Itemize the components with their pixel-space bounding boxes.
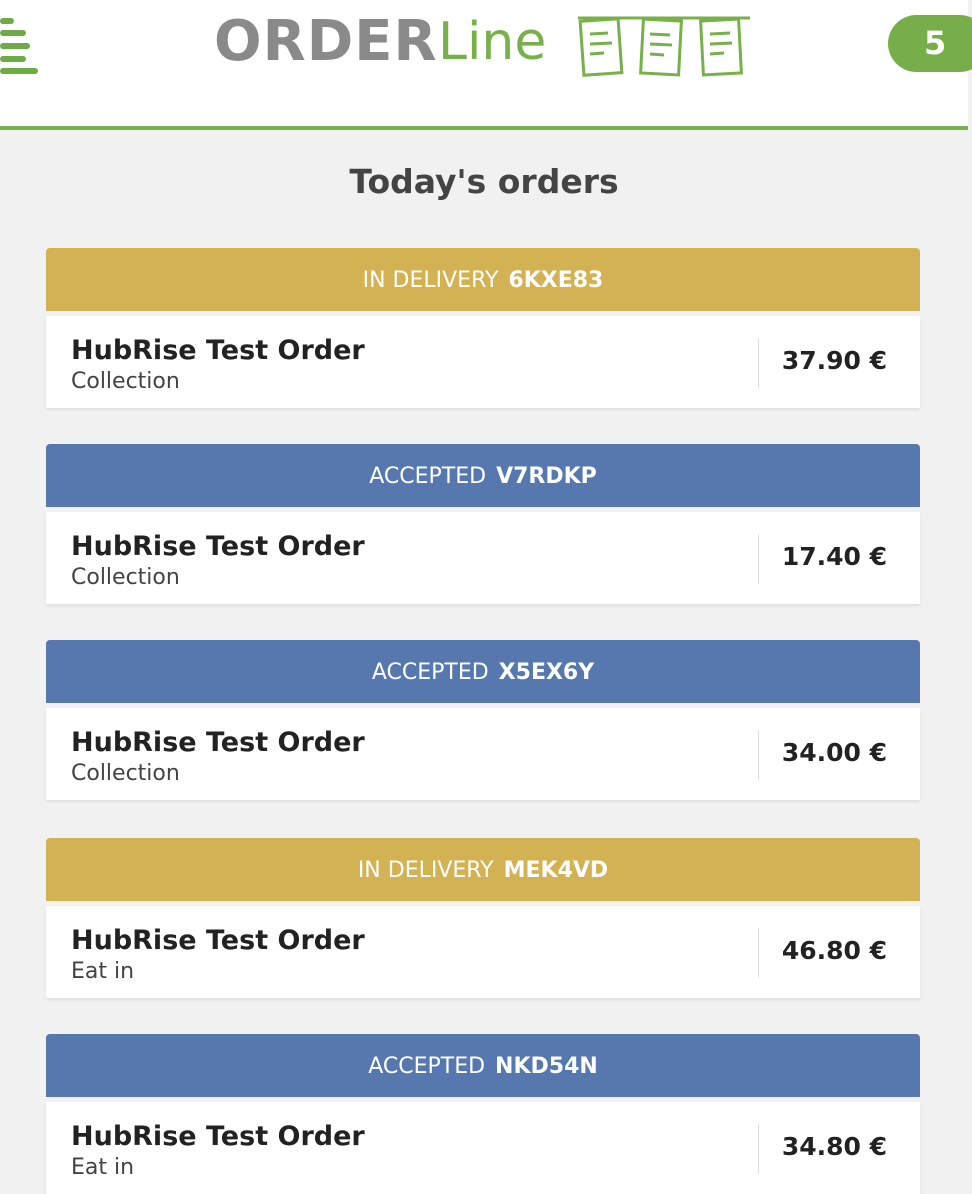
order-price: 17.40 € (781, 542, 887, 571)
order-count-badge[interactable]: 5 (888, 15, 972, 72)
order-price: 37.90 € (781, 346, 887, 375)
order-summary[interactable]: HubRise Test Order Collection 37.90 € (46, 316, 920, 408)
order-type: Eat in (71, 959, 135, 984)
order-type: Collection (71, 761, 180, 786)
order-status-header[interactable]: IN DELIVERY MEK4VD (46, 838, 920, 901)
divider (758, 730, 759, 780)
divider (758, 1124, 759, 1174)
order-summary[interactable]: HubRise Test Order Collection 17.40 € (46, 512, 920, 604)
order-status-label: ACCEPTED (368, 1054, 486, 1079)
order-name: HubRise Test Order (71, 335, 365, 366)
order-summary[interactable]: HubRise Test Order Collection 34.00 € (46, 708, 920, 800)
order-code: NKD54N (495, 1054, 598, 1079)
order-status-header[interactable]: ACCEPTED V7RDKP (46, 444, 920, 507)
orderline-logo: ORDER Line (214, 8, 754, 84)
divider (758, 928, 759, 978)
order-type: Collection (71, 369, 180, 394)
order-type: Collection (71, 565, 180, 590)
order-status-label: IN DELIVERY (357, 858, 494, 883)
order-price: 34.00 € (781, 738, 887, 767)
order-card[interactable]: ACCEPTED X5EX6Y HubRise Test Order Collec… (46, 640, 920, 800)
order-name: HubRise Test Order (71, 925, 365, 956)
divider (758, 338, 759, 388)
order-summary[interactable]: HubRise Test Order Eat in 46.80 € (46, 906, 920, 998)
order-status-header[interactable]: ACCEPTED X5EX6Y (46, 640, 920, 703)
divider (758, 534, 759, 584)
order-slips-icon (578, 16, 750, 77)
order-status-label: ACCEPTED (369, 464, 487, 489)
order-name: HubRise Test Order (71, 531, 365, 562)
order-card[interactable]: IN DELIVERY MEK4VD HubRise Test Order Eat… (46, 838, 920, 998)
order-code: X5EX6Y (498, 660, 595, 685)
order-status-label: IN DELIVERY (362, 268, 499, 293)
order-name: HubRise Test Order (71, 1121, 365, 1152)
logo-line-text: Line (438, 12, 547, 72)
order-price: 34.80 € (781, 1132, 887, 1161)
page-title: Today's orders (349, 162, 619, 201)
order-code: MEK4VD (503, 858, 609, 883)
order-name: HubRise Test Order (71, 727, 365, 758)
hamburger-menu-icon[interactable] (0, 18, 40, 74)
order-card[interactable]: ACCEPTED V7RDKP HubRise Test Order Collec… (46, 444, 920, 604)
order-code: V7RDKP (496, 464, 597, 489)
order-card[interactable]: IN DELIVERY 6KXE83 HubRise Test Order Col… (46, 248, 920, 408)
logo-order-text: ORDER (214, 9, 438, 74)
order-card[interactable]: ACCEPTED NKD54N HubRise Test Order Eat in… (46, 1034, 920, 1194)
top-bar: ORDER Line 5 (0, 0, 972, 130)
order-status-label: ACCEPTED (371, 660, 489, 685)
order-summary[interactable]: HubRise Test Order Eat in 34.80 € (46, 1102, 920, 1194)
order-status-header[interactable]: ACCEPTED NKD54N (46, 1034, 920, 1097)
order-type: Eat in (71, 1155, 135, 1180)
order-price: 46.80 € (781, 936, 887, 965)
order-status-header[interactable]: IN DELIVERY 6KXE83 (46, 248, 920, 311)
order-code: 6KXE83 (508, 268, 604, 293)
